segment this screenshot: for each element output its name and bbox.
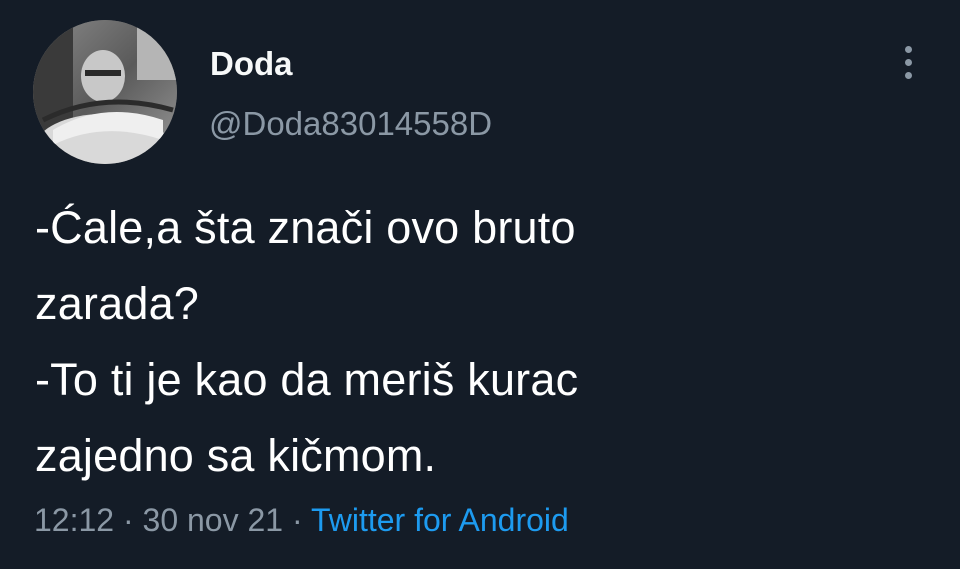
author-display-name[interactable]: Doda [210, 44, 293, 84]
meta-separator: · [283, 502, 311, 538]
avatar-photo [33, 20, 177, 164]
tweet-time[interactable]: 12:12 [34, 502, 114, 538]
tweet-text-line: zarada? [35, 278, 200, 329]
tweet-text-line: -To ti je kao da meriš kurac [35, 354, 579, 405]
avatar[interactable] [33, 20, 177, 164]
meta-separator: · [114, 502, 143, 538]
more-vertical-icon-dot [904, 71, 912, 79]
more-options-button[interactable] [893, 40, 923, 84]
more-vertical-icon-dot [904, 58, 912, 66]
tweet-card: Doda @Doda83014558D -Ćale,a šta znači ov… [0, 0, 960, 569]
tweet-text-line: zajedno sa kičmom. [35, 430, 437, 481]
more-vertical-icon [904, 45, 912, 53]
tweet-date[interactable]: 30 nov 21 [143, 502, 284, 538]
author-handle[interactable]: @Doda83014558D [209, 104, 492, 144]
tweet-text: -Ćale,a šta znači ovo bruto zarada? -To … [35, 190, 915, 494]
tweet-text-line: -Ćale,a šta znači ovo bruto [35, 202, 576, 253]
tweet-source-link[interactable]: Twitter for Android [311, 502, 569, 538]
tweet-meta: 12:12 · 30 nov 21 · Twitter for Android [34, 500, 569, 540]
